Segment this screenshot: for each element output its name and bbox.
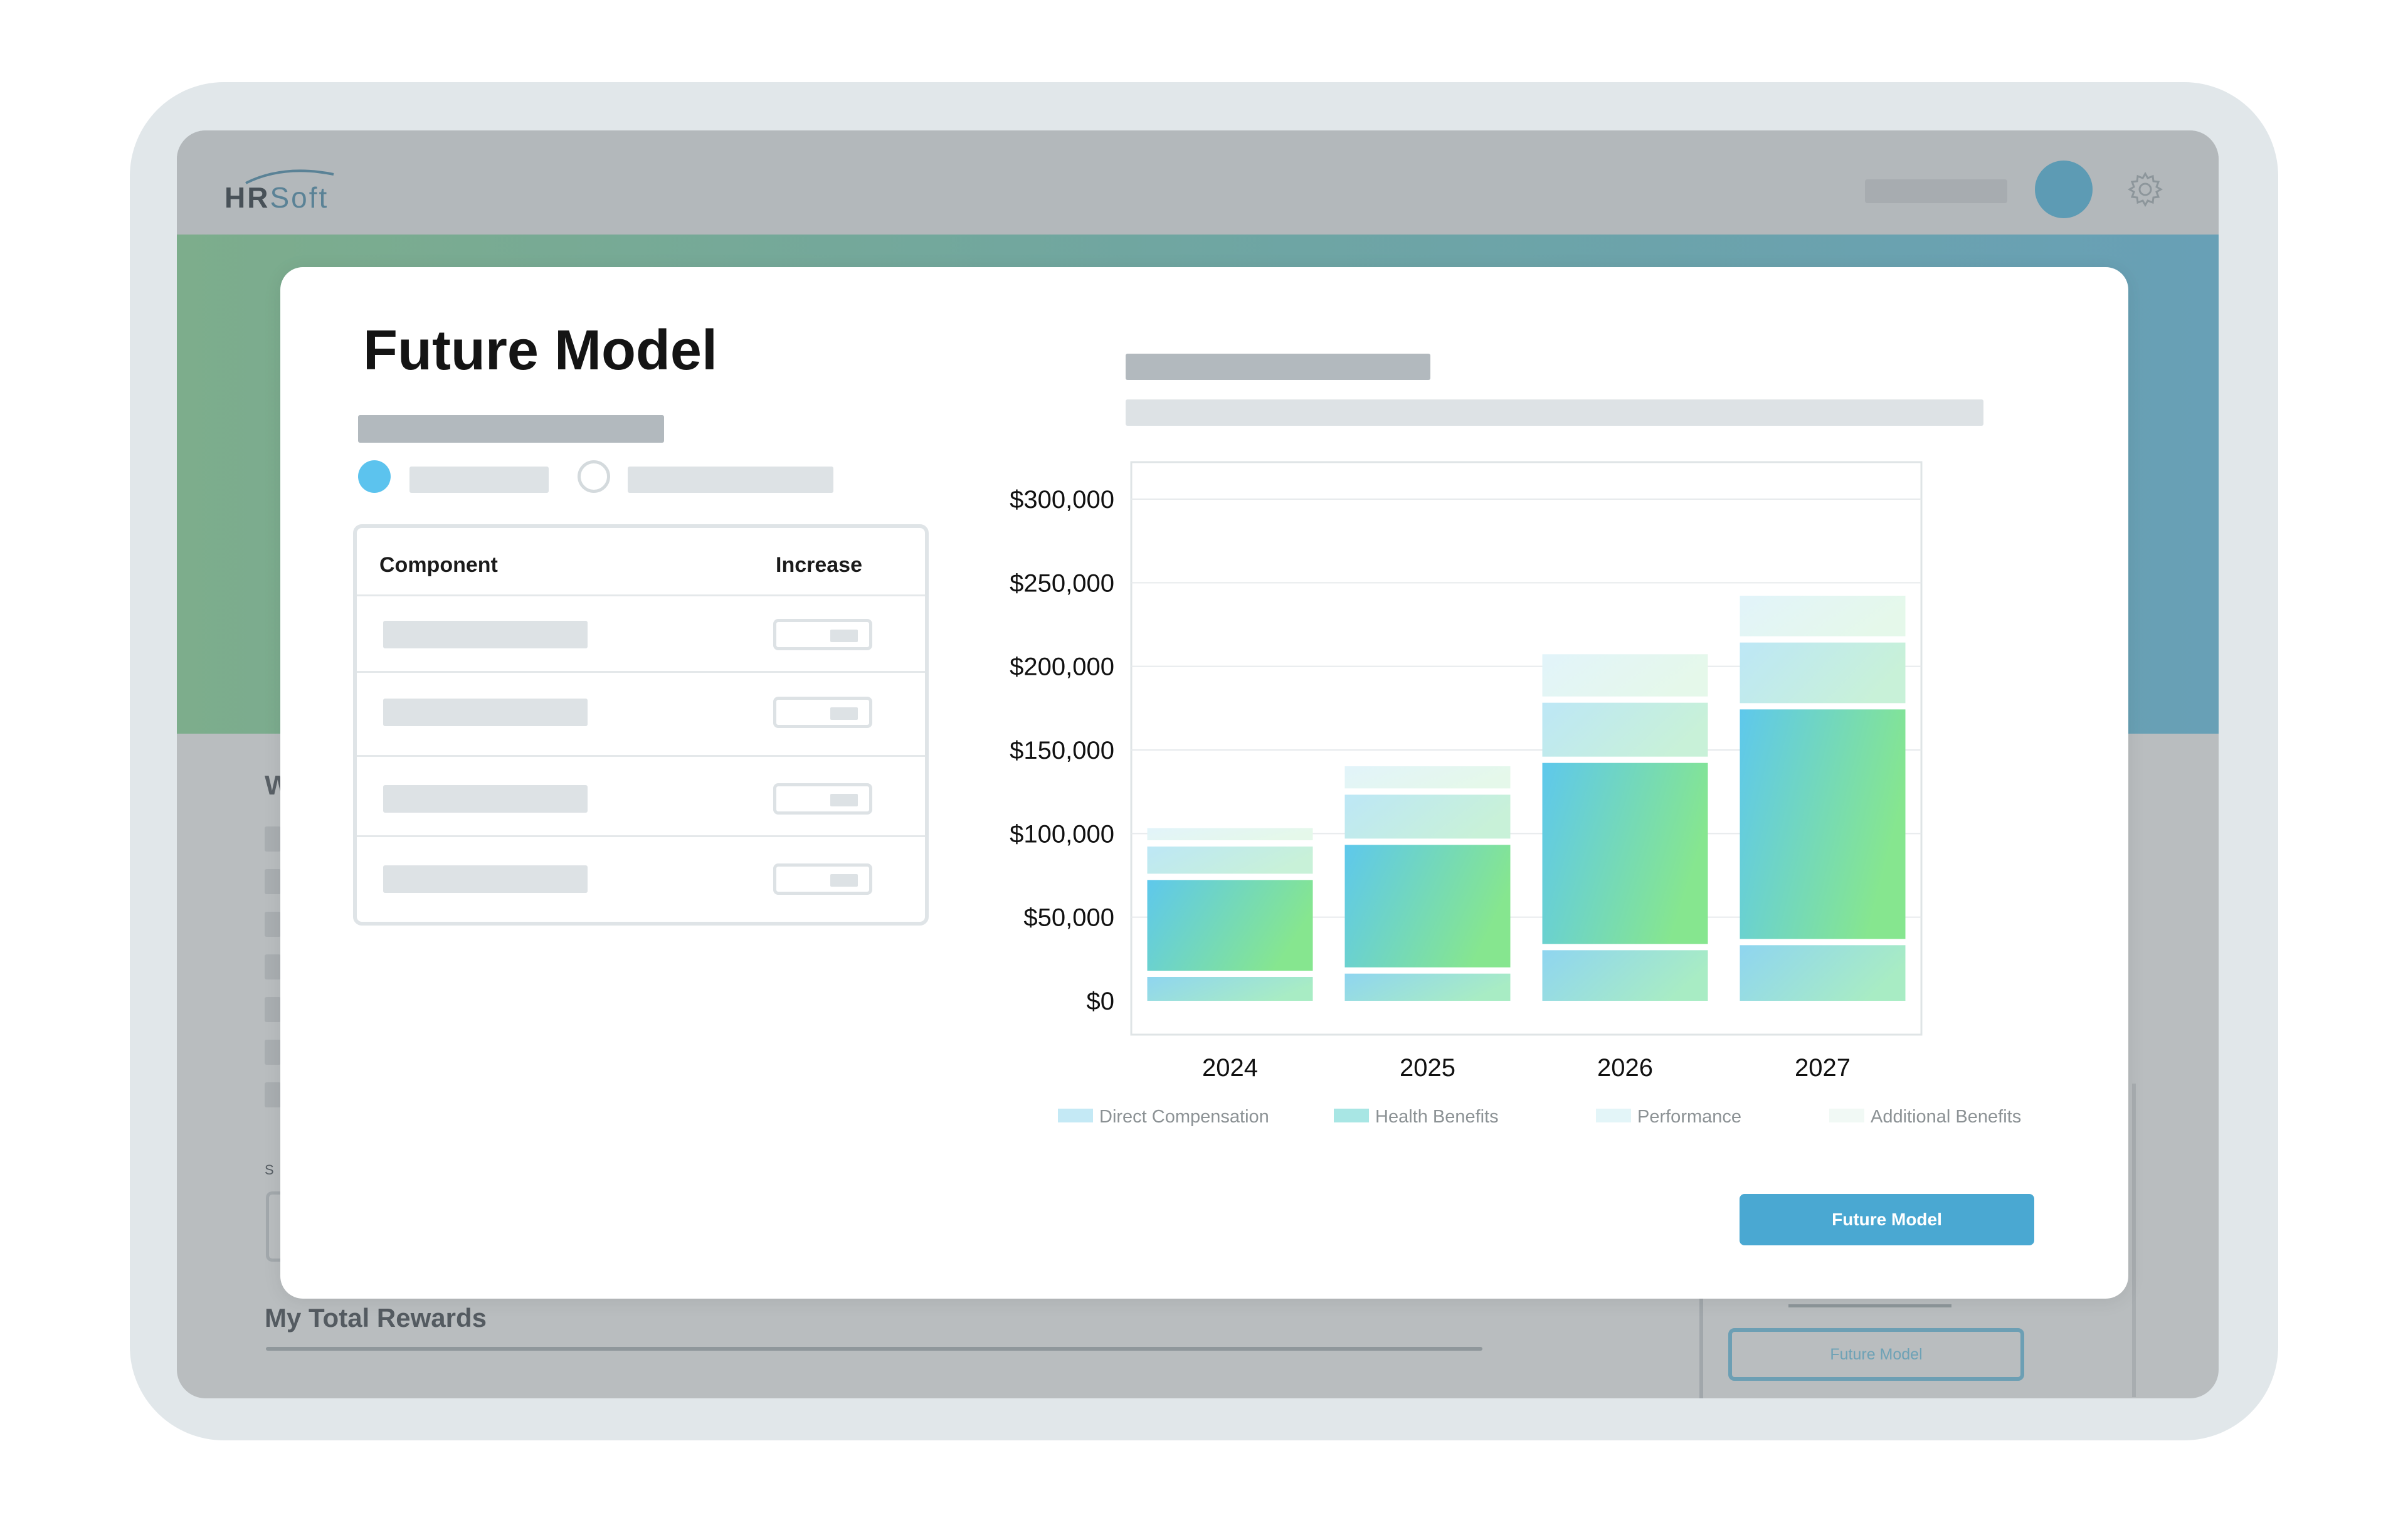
y-tick-label: $200,000 bbox=[1010, 653, 1114, 681]
bar-segment bbox=[1344, 845, 1511, 968]
total-rewards-underline bbox=[266, 1347, 1482, 1351]
background-list-marker bbox=[265, 912, 281, 937]
x-tick-label: 2027 bbox=[1795, 1054, 1851, 1082]
background-divider bbox=[2132, 1084, 2136, 1397]
logo-text: HRSoft bbox=[224, 181, 329, 214]
background-list-marker bbox=[265, 997, 281, 1022]
background-select-label: S bbox=[265, 1162, 274, 1178]
user-avatar[interactable] bbox=[2035, 161, 2093, 218]
x-tick-label: 2024 bbox=[1202, 1054, 1258, 1082]
bar-segment bbox=[1147, 847, 1313, 874]
y-tick-label: $50,000 bbox=[1023, 904, 1114, 932]
bar-segment bbox=[1740, 709, 1906, 939]
future-model-button[interactable]: Future Model bbox=[1740, 1194, 2034, 1245]
app-header: HRSoft bbox=[177, 130, 2219, 235]
legend-swatch bbox=[1829, 1109, 1864, 1122]
legend-swatch bbox=[1058, 1109, 1093, 1122]
background-list-marker bbox=[265, 869, 281, 894]
bar-segment bbox=[1344, 794, 1511, 839]
y-tick-label: $150,000 bbox=[1010, 737, 1114, 764]
background-divider bbox=[1699, 1281, 1703, 1398]
bar-segment bbox=[1740, 596, 1906, 636]
total-rewards-title: My Total Rewards bbox=[265, 1303, 487, 1333]
background-list-marker bbox=[265, 1040, 281, 1065]
bar-segment bbox=[1344, 766, 1511, 789]
bar-segment bbox=[1740, 945, 1906, 1001]
y-tick-label: $300,000 bbox=[1010, 486, 1114, 514]
logo-text-soft: Soft bbox=[270, 181, 329, 214]
background-list-marker bbox=[265, 1082, 281, 1107]
bar-segment bbox=[1542, 763, 1708, 944]
legend-swatch bbox=[1334, 1109, 1369, 1122]
x-tick-label: 2026 bbox=[1597, 1054, 1653, 1082]
legend-label: Additional Benefits bbox=[1871, 1107, 2021, 1127]
y-tick-label: $250,000 bbox=[1010, 569, 1114, 597]
bar-segment bbox=[1542, 950, 1708, 1001]
bar-segment bbox=[1147, 880, 1313, 971]
user-name-placeholder bbox=[1865, 179, 2007, 203]
y-tick-label: $100,000 bbox=[1010, 820, 1114, 848]
gear-icon[interactable] bbox=[2125, 169, 2166, 210]
logo-text-hr: HR bbox=[224, 181, 270, 214]
x-tick-label: 2025 bbox=[1400, 1054, 1455, 1082]
bar-segment bbox=[1740, 642, 1906, 704]
hrsoft-logo[interactable]: HRSoft bbox=[224, 167, 350, 223]
bar-segment bbox=[1542, 654, 1708, 697]
bar-segment bbox=[1147, 828, 1313, 840]
bar-segment bbox=[1147, 977, 1313, 1001]
background-future-model-button[interactable]: Future Model bbox=[1728, 1328, 2024, 1381]
background-rule bbox=[1788, 1304, 1951, 1307]
y-tick-label: $0 bbox=[1087, 988, 1115, 1015]
bar-segment bbox=[1344, 973, 1511, 1001]
future-model-chart: $300,000 $250,000 $200,000 $150,000 $100,000… bbox=[1010, 461, 2021, 1127]
legend-label: Direct Compensation bbox=[1099, 1107, 1269, 1127]
legend-label: Health Benefits bbox=[1375, 1107, 1499, 1127]
legend-label: Performance bbox=[1637, 1107, 1741, 1127]
bar-segment bbox=[1542, 702, 1708, 757]
background-list-marker bbox=[265, 954, 281, 979]
background-list-marker bbox=[265, 826, 281, 852]
legend-swatch bbox=[1596, 1109, 1631, 1122]
future-model-modal: Future Model Component Increase $300,000… bbox=[280, 267, 2128, 1299]
